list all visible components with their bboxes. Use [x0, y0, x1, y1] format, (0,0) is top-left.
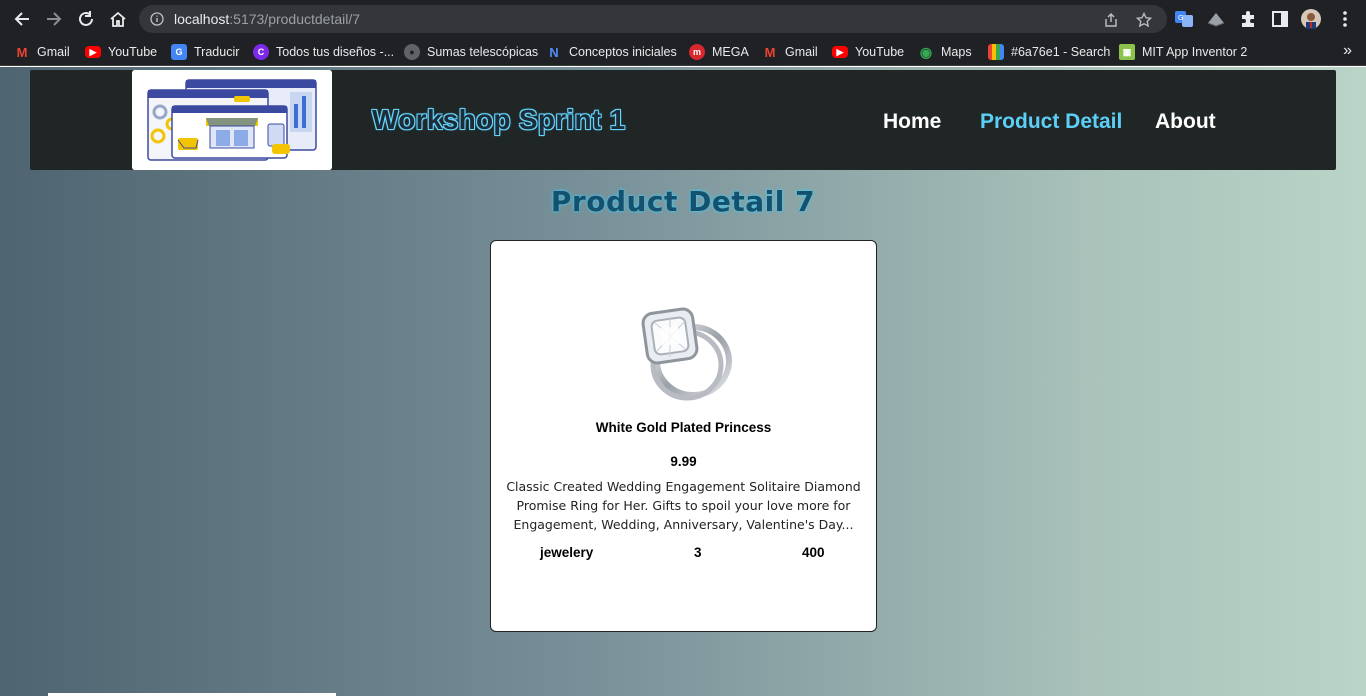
more-icon[interactable]: [1335, 9, 1355, 29]
info-icon[interactable]: [150, 12, 164, 26]
bookmark-mega[interactable]: m MEGA: [689, 42, 749, 62]
bookmark-conceptos[interactable]: N Conceptos iniciales: [546, 42, 677, 62]
bookmark-sumas[interactable]: ● Sumas telescópicas: [404, 42, 538, 62]
bookmark-color-search[interactable]: #6a76e1 - Search: [988, 42, 1110, 62]
product-price: 9.99: [670, 454, 697, 469]
home-icon[interactable]: [108, 9, 128, 29]
bookmark-label: #6a76e1 - Search: [1011, 45, 1111, 59]
url-path: :5173/productdetail/7: [229, 11, 361, 27]
bookmark-label: YouTube: [855, 45, 905, 59]
profile-avatar[interactable]: [1301, 9, 1321, 29]
bookmark-appinventor[interactable]: ▦ MIT App Inventor 2: [1119, 42, 1247, 62]
page-title: Product Detail 7: [550, 185, 816, 218]
product-card: White Gold Plated Princess 9.99 Classic …: [490, 240, 877, 632]
globe-icon: ●: [404, 44, 420, 60]
bookmark-youtube-2[interactable]: ▶ YouTube: [832, 42, 904, 62]
bookmark-label: MIT App Inventor 2: [1142, 45, 1248, 59]
notion-icon: N: [549, 44, 559, 60]
gmail-icon: M: [764, 44, 776, 60]
product-title: White Gold Plated Princess: [595, 420, 772, 435]
nav-link-product-detail[interactable]: Product Detail: [980, 110, 1122, 134]
bookmark-label: Maps: [941, 45, 972, 59]
colorbar-icon: [988, 44, 1004, 60]
page-content: Workshop Sprint 1 Home Product Detail Ab…: [0, 67, 1366, 696]
youtube-icon: ▶: [85, 46, 101, 58]
back-icon[interactable]: [12, 9, 32, 29]
extension-icon[interactable]: [1206, 9, 1226, 29]
star-icon[interactable]: [1135, 11, 1153, 28]
nav-link-about[interactable]: About: [1155, 110, 1216, 134]
canva-icon: C: [253, 44, 269, 60]
appinventor-icon: ▦: [1119, 44, 1135, 60]
bookmark-label: Todos tus diseños -...: [276, 45, 395, 59]
product-image: [631, 303, 737, 409]
translate-icon: G: [171, 44, 187, 60]
bookmark-label: Gmail: [785, 45, 818, 59]
youtube-icon: ▶: [832, 46, 848, 58]
url-text[interactable]: localhost:5173/productdetail/7: [174, 11, 360, 27]
bookmark-maps[interactable]: ◉ Maps: [918, 42, 972, 62]
nav-link-home[interactable]: Home: [883, 110, 941, 134]
bookmark-label: YouTube: [108, 45, 158, 59]
url-host: localhost: [174, 11, 230, 27]
product-category: jewelery: [540, 545, 594, 560]
bookmark-label: Sumas telescópicas: [427, 45, 539, 59]
logo[interactable]: [132, 70, 332, 170]
bookmark-traducir[interactable]: G Traducir: [171, 42, 239, 62]
mega-icon: m: [689, 44, 705, 60]
bookmark-label: MEGA: [712, 45, 749, 59]
svg-text:G: G: [1178, 14, 1183, 22]
bookmark-canva[interactable]: C Todos tus diseños -...: [253, 42, 394, 62]
store-illustration: [132, 70, 332, 170]
share-icon[interactable]: [1103, 12, 1119, 28]
ring-image: [641, 307, 732, 401]
address-bar[interactable]: localhost:5173/productdetail/7: [139, 5, 1167, 33]
translate-icon[interactable]: G: [1174, 9, 1194, 29]
reload-icon[interactable]: [76, 9, 96, 29]
bookmark-label: Conceptos iniciales: [569, 45, 677, 59]
brand-title: Workshop Sprint 1: [372, 104, 626, 135]
site-header: Workshop Sprint 1 Home Product Detail Ab…: [30, 70, 1336, 170]
bookmark-label: Traducir: [194, 45, 240, 59]
bookmarks-overflow-icon[interactable]: »: [1343, 42, 1352, 60]
bookmarks-bar: M Gmail ▶ YouTube G Traducir C Todos tus…: [0, 38, 1366, 66]
bookmark-gmail-2[interactable]: M Gmail: [762, 42, 818, 62]
product-rating: 3: [694, 545, 702, 560]
gmail-icon: M: [16, 44, 28, 60]
bookmark-label: Gmail: [37, 45, 70, 59]
forward-icon[interactable]: [44, 9, 64, 29]
product-description: Classic Created Wedding Engagement Solit…: [506, 479, 861, 532]
puzzle-icon[interactable]: [1238, 9, 1258, 29]
bookmark-gmail[interactable]: M Gmail: [14, 42, 70, 62]
sidepanel-icon[interactable]: [1270, 9, 1290, 29]
bookmark-youtube[interactable]: ▶ YouTube: [85, 42, 157, 62]
browser-toolbar: localhost:5173/productdetail/7 G: [0, 0, 1366, 38]
maps-icon: ◉: [919, 43, 933, 60]
product-count: 400: [802, 545, 825, 560]
